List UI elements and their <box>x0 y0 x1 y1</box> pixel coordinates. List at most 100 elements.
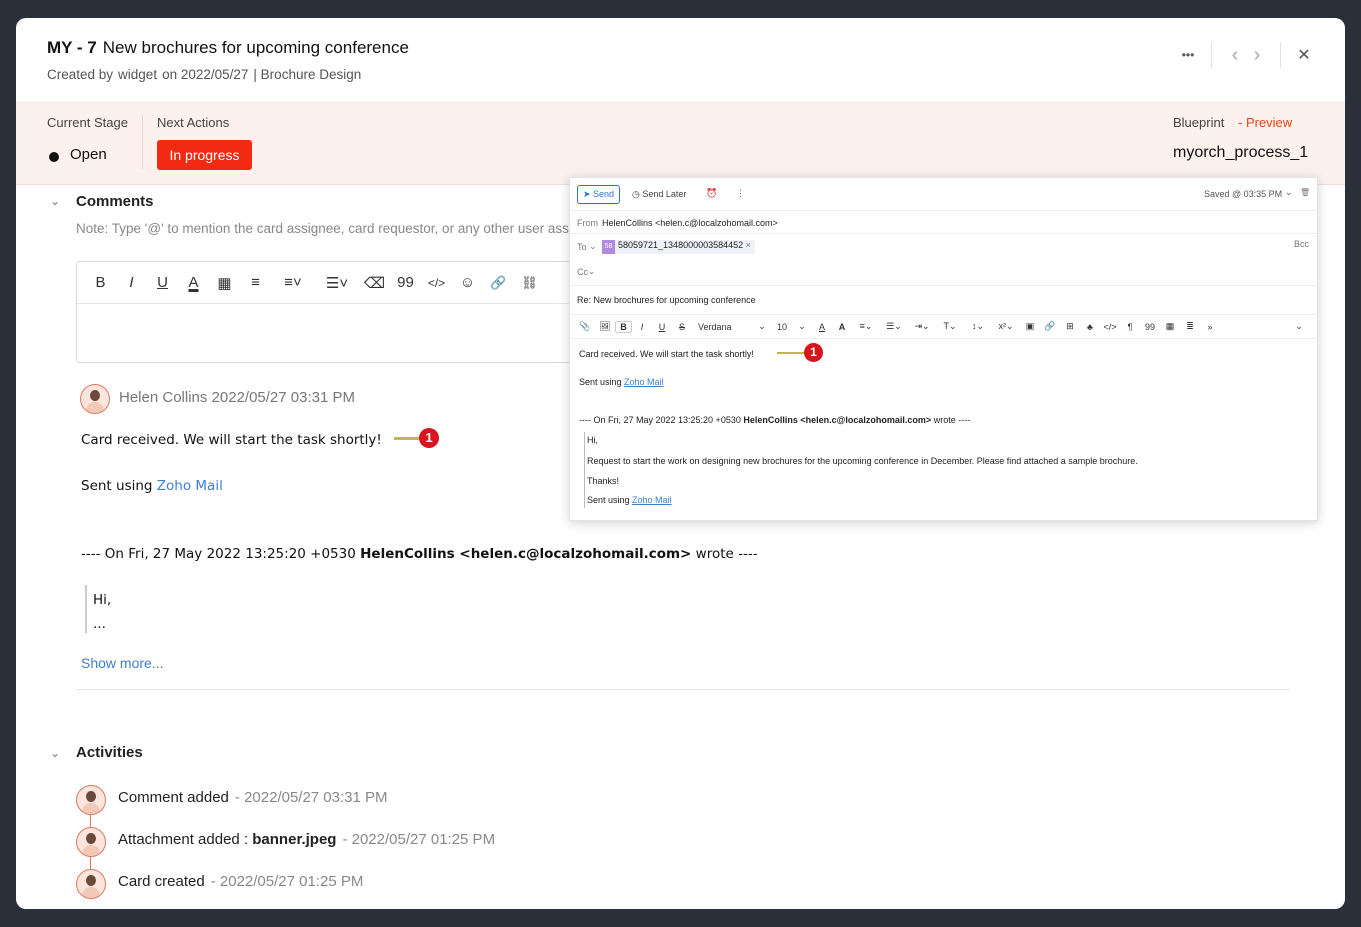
bcc-label[interactable]: Bcc <box>1294 239 1309 249</box>
comment-editor[interactable]: B I U A ▦ ≡ ≡˅ ☰˅ ⌫ 99 </> ☺ 🔗 ⛓ <box>76 261 596 363</box>
to-label[interactable]: To <box>577 242 587 252</box>
emoji-icon[interactable]: ☺ <box>452 274 483 291</box>
saved-chevron-icon[interactable]: ⌄ <box>1285 187 1293 198</box>
format-icon[interactable]: ≣ <box>1180 321 1200 332</box>
font-family-select[interactable]: Verdana <box>692 322 752 332</box>
size-chevron-icon[interactable]: ⌄ <box>792 321 812 332</box>
font-size-select[interactable]: 10 <box>772 322 792 332</box>
quote-sent-using: Sent using Zoho Mail <box>587 495 672 505</box>
more-options-icon[interactable]: ••• <box>1177 48 1199 62</box>
italic-icon[interactable]: I <box>632 322 652 332</box>
saved-status: Saved @ 03:35 PM <box>1204 189 1283 199</box>
code-icon[interactable]: </> <box>1100 322 1120 332</box>
collapse-comments-icon[interactable]: ⌄ <box>50 194 60 208</box>
recipient-chip[interactable]: 58 58059721_1348000003584452 × <box>602 240 755 254</box>
attach-icon[interactable]: 📎 <box>575 321 595 332</box>
more-options-icon[interactable]: ⋮ <box>736 188 745 199</box>
activity-time: - 2022/05/27 03:31 PM <box>234 789 388 806</box>
from-value[interactable]: HelenCollins <helen.c@localzohomail.com> <box>602 218 778 228</box>
send-icon: ➤ <box>582 189 593 199</box>
quote-request: Request to start the work on designing n… <box>587 456 1138 466</box>
divider <box>1211 42 1212 68</box>
quote-thanks: Thanks! <box>587 476 620 486</box>
zoho-mail-link[interactable]: Zoho Mail <box>157 478 223 494</box>
collapse-toolbar-icon[interactable]: ⌄ <box>1289 321 1309 332</box>
highlight-icon[interactable]: A <box>832 322 852 332</box>
next-actions-label: Next Actions <box>157 115 230 130</box>
text-style-icon[interactable]: T⌄ <box>936 321 964 332</box>
list-icon[interactable]: ☰⌄ <box>880 321 908 332</box>
comment-body-line: Card received. We will start the task sh… <box>81 432 382 448</box>
signature-icon[interactable]: ♣ <box>1080 322 1100 332</box>
insert-image-icon[interactable]: ▣ <box>1020 321 1040 332</box>
font-chevron-icon[interactable]: ⌄ <box>752 321 772 332</box>
strikethrough-icon[interactable]: S <box>672 322 692 332</box>
underline-icon[interactable]: U <box>652 322 672 332</box>
activity-text: Comment added <box>118 789 229 806</box>
show-more-link[interactable]: Show more... <box>81 655 163 671</box>
table-icon[interactable]: ⊞ <box>1060 321 1080 332</box>
zoho-mail-link[interactable]: Zoho Mail <box>624 377 664 387</box>
unlink-icon[interactable]: ⛓ <box>514 275 545 291</box>
reminder-icon[interactable]: ⏰ <box>706 188 717 199</box>
cc-label[interactable]: Cc <box>577 267 588 277</box>
subject-row[interactable]: Re: New brochures for upcoming conferenc… <box>570 286 1317 315</box>
comment-header: Helen Collins 2022/05/27 03:31 PM <box>119 389 355 406</box>
quote-icon[interactable]: 99 <box>1140 322 1160 332</box>
text-format-icon[interactable]: ≡ <box>240 274 271 291</box>
preview-link[interactable]: - Preview <box>1238 115 1292 130</box>
font-color-icon[interactable]: A <box>178 274 209 291</box>
align-icon[interactable]: ≡⌄ <box>852 321 880 332</box>
attachment-name[interactable]: banner.jpeg <box>252 831 336 848</box>
stage-dot-icon <box>49 152 59 162</box>
cc-row: Cc ⌄ <box>570 260 1317 286</box>
bold-icon[interactable]: B <box>615 320 632 333</box>
remove-recipient-icon[interactable]: × <box>746 240 751 250</box>
list-icon[interactable]: ☰˅ <box>315 274 359 292</box>
creator-name: widget <box>118 67 158 82</box>
mail-composer: ➤ Send ◷ Send Later ⏰ ⋮ Saved @ 03:35 PM… <box>569 177 1318 521</box>
link-icon[interactable]: 🔗 <box>483 275 514 291</box>
callout-badge: 1 <box>419 428 439 448</box>
link-icon[interactable]: 🔗 <box>1040 321 1060 332</box>
underline-icon[interactable]: U <box>147 274 178 291</box>
in-progress-button[interactable]: In progress <box>157 140 252 170</box>
collapse-activities-icon[interactable]: ⌄ <box>50 746 60 760</box>
align-icon[interactable]: ≡˅ <box>271 274 315 291</box>
close-icon[interactable]: ✕ <box>1293 45 1315 65</box>
previous-card-icon[interactable]: ‹ <box>1224 44 1246 67</box>
to-chevron-icon[interactable]: ⌄ <box>589 241 597 252</box>
font-color-icon[interactable]: A <box>812 322 832 332</box>
eraser-icon[interactable]: ⌫ <box>359 274 390 292</box>
superscript-icon[interactable]: x²⌄ <box>992 321 1020 332</box>
card-id: MY - 7 <box>47 38 97 57</box>
table-icon[interactable]: ▦ <box>209 274 240 292</box>
zoho-mail-link[interactable]: Zoho Mail <box>632 495 672 505</box>
send-later-button[interactable]: ◷ Send Later <box>632 189 686 200</box>
bold-icon[interactable]: B <box>85 274 116 291</box>
activity-text: Card created <box>118 873 205 890</box>
send-button[interactable]: ➤ Send <box>577 185 620 204</box>
format-toolbar: 📎 🖼 B I U S Verdana ⌄ 10 ⌄ A A ≡⌄ ☰⌄ ⇥⌄ … <box>570 315 1317 339</box>
created-date: on 2022/05/27 <box>162 67 249 82</box>
image-icon[interactable]: 🖼 <box>595 321 615 332</box>
code-icon[interactable]: </> <box>421 276 452 290</box>
clock-icon: ◷ <box>632 189 640 199</box>
grid-icon[interactable]: ▦ <box>1160 321 1180 332</box>
callout-connector <box>777 352 805 354</box>
trash-icon[interactable]: 🗑 <box>1300 188 1310 197</box>
more-tools-icon[interactable]: » <box>1200 322 1220 332</box>
sent-using-label: Sent using <box>587 495 630 505</box>
paragraph-icon[interactable]: ¶ <box>1120 322 1140 332</box>
avatar <box>76 785 106 815</box>
subject-field[interactable]: Re: New brochures for upcoming conferenc… <box>577 295 756 305</box>
avatar <box>76 869 106 899</box>
italic-icon[interactable]: I <box>116 274 147 291</box>
next-card-icon[interactable]: › <box>1246 44 1268 67</box>
indent-icon[interactable]: ⇥⌄ <box>908 321 936 332</box>
quote-icon[interactable]: 99 <box>390 274 421 291</box>
quote-ellipsis: ... <box>93 616 106 632</box>
cc-chevron-icon[interactable]: ⌄ <box>588 266 596 277</box>
divider <box>142 115 143 169</box>
line-height-icon[interactable]: ↕⌄ <box>964 321 992 332</box>
